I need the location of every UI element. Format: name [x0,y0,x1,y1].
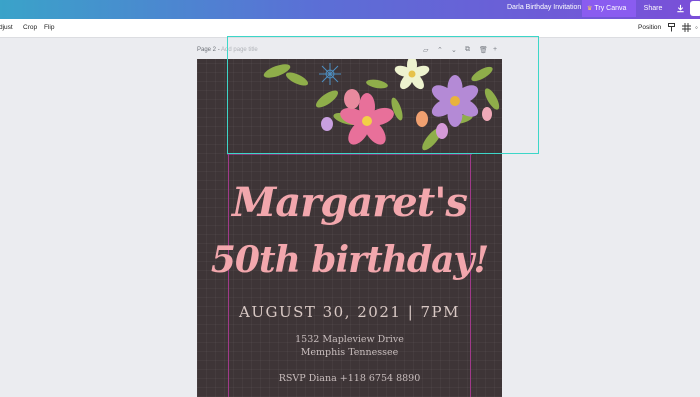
heading-line-1[interactable]: Margaret's [197,179,502,226]
heading-line-2[interactable]: 50th birthday! [197,239,502,281]
publish-icon[interactable] [690,1,700,16]
rsvp-line[interactable]: RSVP Diana +118 6754 8890 [197,373,502,384]
document-title[interactable]: Darla Birthday Invitation [507,4,581,11]
position-button[interactable]: Position [638,24,661,31]
selection-box[interactable] [227,36,539,154]
address-line-1[interactable]: 1532 Mapleview Drive [197,334,502,345]
more-icon[interactable]: ◦ [695,23,698,32]
crown-icon: ♛ [587,6,593,12]
top-bar: Darla Birthday Invitation ♛Try Canva Pro… [0,0,700,30]
grid-icon[interactable] [682,23,691,34]
address-line-2[interactable]: Memphis Tennessee [197,347,502,358]
flip-button[interactable]: Flip [44,24,54,31]
margin-guide-top [227,154,472,155]
share-button[interactable]: Share [637,0,669,17]
event-date[interactable]: AUGUST 30, 2021 | 7PM [197,303,502,321]
try-canva-pro-button[interactable]: ♛Try Canva Pro [582,0,636,30]
adjust-button[interactable]: djust [0,24,13,31]
paint-roller-icon[interactable] [668,23,675,34]
page-label: Page 2 [197,47,217,53]
crop-button[interactable]: Crop [23,24,37,31]
download-icon[interactable] [671,0,689,17]
